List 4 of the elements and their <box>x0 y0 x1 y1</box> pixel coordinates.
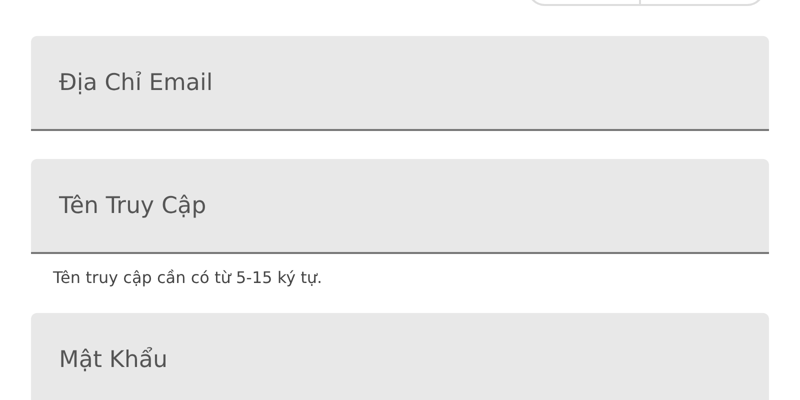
hint-text: Tên truy cập cần có từ 5-15 ký tự. <box>53 268 324 287</box>
input-field[interactable]: Địa Chỉ Email <box>31 36 769 131</box>
input-field[interactable]: Mật Khẩu <box>31 313 769 400</box>
input-field[interactable]: Tên Truy Cập <box>31 159 769 254</box>
